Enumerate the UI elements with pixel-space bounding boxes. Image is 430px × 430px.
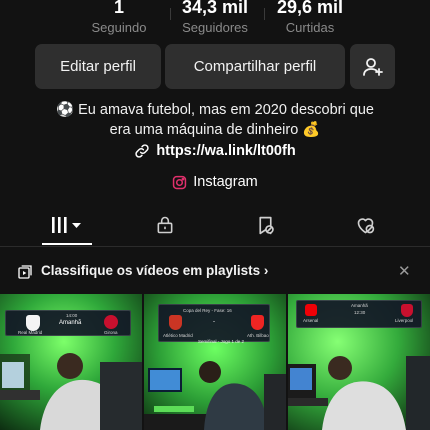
add-user-icon <box>362 57 383 76</box>
real-madrid-crest-icon <box>26 315 40 331</box>
profile-bio: ⚽ Eu amava futebol, mas em 2020 descobri… <box>0 100 430 140</box>
match-card: Real Madrid Amanhã 14:00 Girona <box>5 310 131 336</box>
playlist-icon <box>18 265 32 279</box>
atletico-crest-icon <box>169 315 182 330</box>
away-team: Girona <box>104 330 118 335</box>
chevron-right-icon: › <box>263 263 269 278</box>
tab-favorites[interactable] <box>245 213 285 237</box>
bookmark-hidden-icon <box>258 216 274 234</box>
lock-icon <box>157 216 173 234</box>
match-card: Copa del Rey - Fase: 16 Atlético Madrid … <box>158 304 270 342</box>
arsenal-crest-icon <box>305 304 317 316</box>
league-label: Copa del Rey - Fase: 16 <box>183 308 232 313</box>
active-tab-indicator <box>42 243 92 245</box>
instagram-link[interactable]: Instagram <box>0 174 430 190</box>
likes-label: Curtidas <box>285 20 335 35</box>
playlist-banner-text: Classifique os vídeos em playlists › <box>41 263 269 278</box>
match-time: 12:30 <box>354 310 366 315</box>
tab-liked[interactable] <box>345 213 385 237</box>
profile-link[interactable]: https://wa.link/lt00fh <box>0 143 430 159</box>
tab-private[interactable] <box>145 213 185 237</box>
video-thumbnail[interactable]: Copa del Rey - Fase: 16 Atlético Madrid … <box>144 294 286 430</box>
liverpool-crest-icon <box>401 304 413 317</box>
video-thumbnail[interactable]: Arsenal Amanhã 12:30 Liverpool <box>288 294 430 430</box>
playlist-banner[interactable]: Classifique os vídeos em playlists › ✕ <box>0 258 430 286</box>
profile-stats: 1 Seguindo 34,3 mil Seguidores 29,6 mil … <box>0 0 430 40</box>
stat-likes[interactable]: 29,6 mil Curtidas <box>250 0 370 37</box>
add-friend-button[interactable] <box>350 44 395 89</box>
match-status: Amanhã <box>59 320 82 326</box>
home-team: Atlético Madrid <box>163 333 193 338</box>
link-text: https://wa.link/lt00fh <box>156 143 296 159</box>
share-profile-button[interactable]: Compartilhar perfil <box>165 44 345 89</box>
bio-line-1: ⚽ Eu amava futebol, mas em 2020 descobri… <box>56 102 374 118</box>
likes-count: 29,6 mil <box>276 0 344 17</box>
tab-videos[interactable] <box>48 213 88 237</box>
match-footer: Semifinal - Jogo 1 de 2 <box>198 339 245 344</box>
athletic-crest-icon <box>251 315 264 330</box>
instagram-label: Instagram <box>193 174 258 190</box>
link-icon <box>135 144 149 158</box>
heart-hidden-icon <box>357 217 374 233</box>
match-status: Amanhã <box>351 303 368 308</box>
home-team: Real Madrid <box>18 330 43 335</box>
grid-icon <box>52 217 81 233</box>
instagram-icon <box>173 175 187 189</box>
girona-crest-icon <box>104 315 118 329</box>
away-team: Liverpool <box>395 318 414 323</box>
match-card: Arsenal Amanhã 12:30 Liverpool <box>296 300 422 328</box>
edit-profile-button[interactable]: Editar perfil <box>35 44 161 89</box>
away-team: Ath. Bilbao <box>247 333 269 338</box>
close-icon[interactable]: ✕ <box>398 262 411 280</box>
profile-tabs <box>0 205 430 247</box>
home-team: Arsenal <box>303 318 319 323</box>
video-thumbnail[interactable]: Real Madrid Amanhã 14:00 Girona <box>0 294 142 430</box>
match-time: 14:00 <box>66 313 78 318</box>
video-grid: Real Madrid Amanhã 14:00 Girona Copa del… <box>0 294 430 430</box>
bio-line-2: era uma máquina de dinheiro 💰 <box>109 122 321 138</box>
match-score: - <box>213 319 215 325</box>
